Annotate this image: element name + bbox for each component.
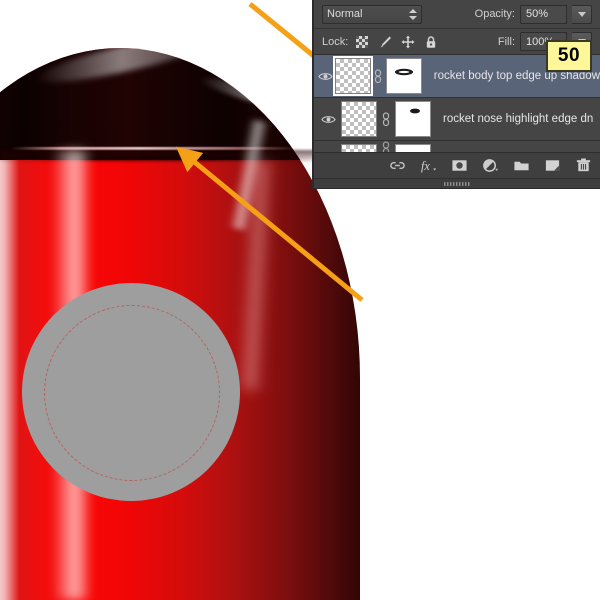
opacity-control: Opacity: 50% xyxy=(474,4,592,24)
table-row[interactable]: rocket nose highlight edge dn xyxy=(314,98,600,141)
opacity-dropdown-button[interactable] xyxy=(572,4,592,24)
opacity-label: Opacity: xyxy=(474,8,515,20)
rocket-nose-gradient xyxy=(0,48,360,160)
new-layer-icon[interactable] xyxy=(544,157,561,174)
layer-mask-thumbnail[interactable] xyxy=(385,58,422,94)
layers-panel: Normal Opacity: 50% Lock: Fill: 100% roc… xyxy=(313,0,600,188)
layer-mask-link-icon[interactable] xyxy=(373,68,384,84)
layer-mask-link-icon[interactable] xyxy=(379,111,393,127)
screenshot-stage: Normal Opacity: 50% Lock: Fill: 100% roc… xyxy=(0,0,600,600)
eye-icon xyxy=(321,115,336,123)
layer-mask-thumbnail[interactable] xyxy=(395,101,431,137)
add-layer-mask-icon[interactable] xyxy=(451,157,468,174)
layer-style-fx-icon[interactable]: fx xyxy=(420,157,437,174)
panel-resize-grip[interactable] xyxy=(314,178,600,188)
status-badge: 50 xyxy=(546,40,592,72)
lock-all-icon[interactable] xyxy=(424,35,438,49)
blend-mode-value: Normal xyxy=(327,8,363,20)
chevron-updown-icon[interactable] xyxy=(408,8,417,21)
svg-text:fx: fx xyxy=(421,159,430,173)
lock-image-pixels-icon[interactable] xyxy=(378,35,392,49)
layer-name: rocket nose highlight edge dn xyxy=(443,113,594,125)
layer-thumbnail[interactable] xyxy=(341,101,377,137)
blend-mode-dropdown[interactable]: Normal xyxy=(322,4,422,24)
chevron-down-icon xyxy=(577,11,586,17)
grip-dots-icon xyxy=(443,181,469,186)
delete-layer-icon[interactable] xyxy=(575,157,592,174)
opacity-input[interactable]: 50% xyxy=(520,4,567,24)
lock-label: Lock: xyxy=(322,35,349,48)
new-group-icon[interactable] xyxy=(513,157,530,174)
lock-icon-group xyxy=(355,35,438,49)
layers-panel-footer: fx xyxy=(314,152,600,178)
lock-position-icon[interactable] xyxy=(401,35,415,49)
eye-icon xyxy=(318,72,333,80)
lock-transparent-pixels-icon[interactable] xyxy=(355,35,369,49)
layer-thumbnail[interactable] xyxy=(335,58,372,94)
adjustment-layer-icon[interactable] xyxy=(482,157,499,174)
rocket-porthole-dashed-ring xyxy=(44,305,220,481)
layer-visibility-toggle[interactable] xyxy=(316,71,335,82)
opacity-value: 50% xyxy=(526,8,549,20)
layer-visibility-toggle[interactable] xyxy=(316,114,341,125)
rocket-nose-cone xyxy=(0,48,360,160)
panel-blend-row: Normal Opacity: 50% xyxy=(314,0,600,29)
fill-label: Fill: xyxy=(497,35,515,48)
link-layers-icon[interactable] xyxy=(389,157,406,174)
